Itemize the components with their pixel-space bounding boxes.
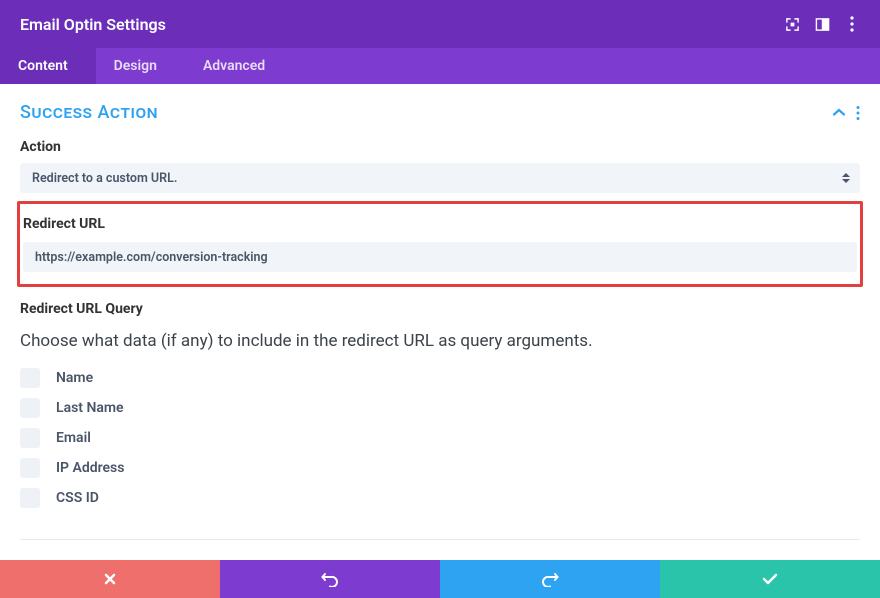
check-label-ip-address: IP Address	[56, 460, 124, 476]
label-redirect-url: Redirect URL	[23, 216, 857, 232]
footer	[0, 560, 880, 598]
tab-content[interactable]: Content	[0, 48, 96, 84]
select-caret-icon	[842, 172, 850, 184]
select-action-value: Redirect to a custom URL.	[32, 171, 177, 186]
check-row-ip-address: IP Address	[20, 453, 860, 483]
redo-button[interactable]	[440, 560, 660, 598]
checkbox-name[interactable]	[20, 368, 40, 388]
check-row-name: Name	[20, 363, 860, 393]
section-title-success-action: Success Action	[20, 102, 832, 123]
field-redirect-url-highlight: Redirect URL	[17, 201, 863, 287]
section-actions	[832, 105, 860, 121]
undo-button[interactable]	[220, 560, 440, 598]
input-wrap-redirect-url[interactable]	[23, 242, 857, 272]
select-action[interactable]: Redirect to a custom URL.	[20, 163, 860, 193]
check-label-email: Email	[56, 430, 91, 446]
save-button[interactable]	[660, 560, 880, 598]
input-redirect-url[interactable]	[35, 250, 845, 265]
kebab-menu-icon[interactable]	[844, 16, 860, 32]
tab-advanced[interactable]: Advanced	[185, 48, 293, 84]
label-redirect-url-query: Redirect URL Query	[20, 301, 860, 317]
header-icons	[784, 16, 860, 32]
section-header-success-action: Success Action	[0, 84, 880, 129]
content: Success Action Action Redirect to a cust…	[0, 84, 880, 597]
checkbox-ip-address[interactable]	[20, 458, 40, 478]
section-menu-icon[interactable]	[856, 105, 860, 121]
collapse-icon[interactable]	[832, 108, 846, 117]
checkbox-css-id[interactable]	[20, 488, 40, 508]
settings-header: Email Optin Settings	[0, 0, 880, 48]
check-row-css-id: CSS ID	[20, 483, 860, 513]
tabs: Content Design Advanced	[0, 48, 880, 84]
label-action: Action	[20, 139, 860, 155]
cancel-button[interactable]	[0, 560, 220, 598]
field-action: Action Redirect to a custom URL.	[0, 129, 880, 193]
checkbox-email[interactable]	[20, 428, 40, 448]
check-list-redirect-url-query: Name Last Name Email IP Address CSS ID	[0, 361, 880, 527]
tab-design[interactable]: Design	[96, 48, 185, 84]
check-label-css-id: CSS ID	[56, 490, 99, 506]
check-row-email: Email	[20, 423, 860, 453]
settings-title: Email Optin Settings	[20, 15, 784, 34]
panel-icon[interactable]	[814, 16, 830, 32]
check-row-last-name: Last Name	[20, 393, 860, 423]
checkbox-last-name[interactable]	[20, 398, 40, 418]
check-label-last-name: Last Name	[56, 400, 124, 416]
expand-icon[interactable]	[784, 16, 800, 32]
help-text-redirect-url-query: Choose what data (if any) to include in …	[0, 325, 880, 361]
check-label-name: Name	[56, 370, 93, 386]
field-redirect-url-query: Redirect URL Query	[0, 287, 880, 317]
